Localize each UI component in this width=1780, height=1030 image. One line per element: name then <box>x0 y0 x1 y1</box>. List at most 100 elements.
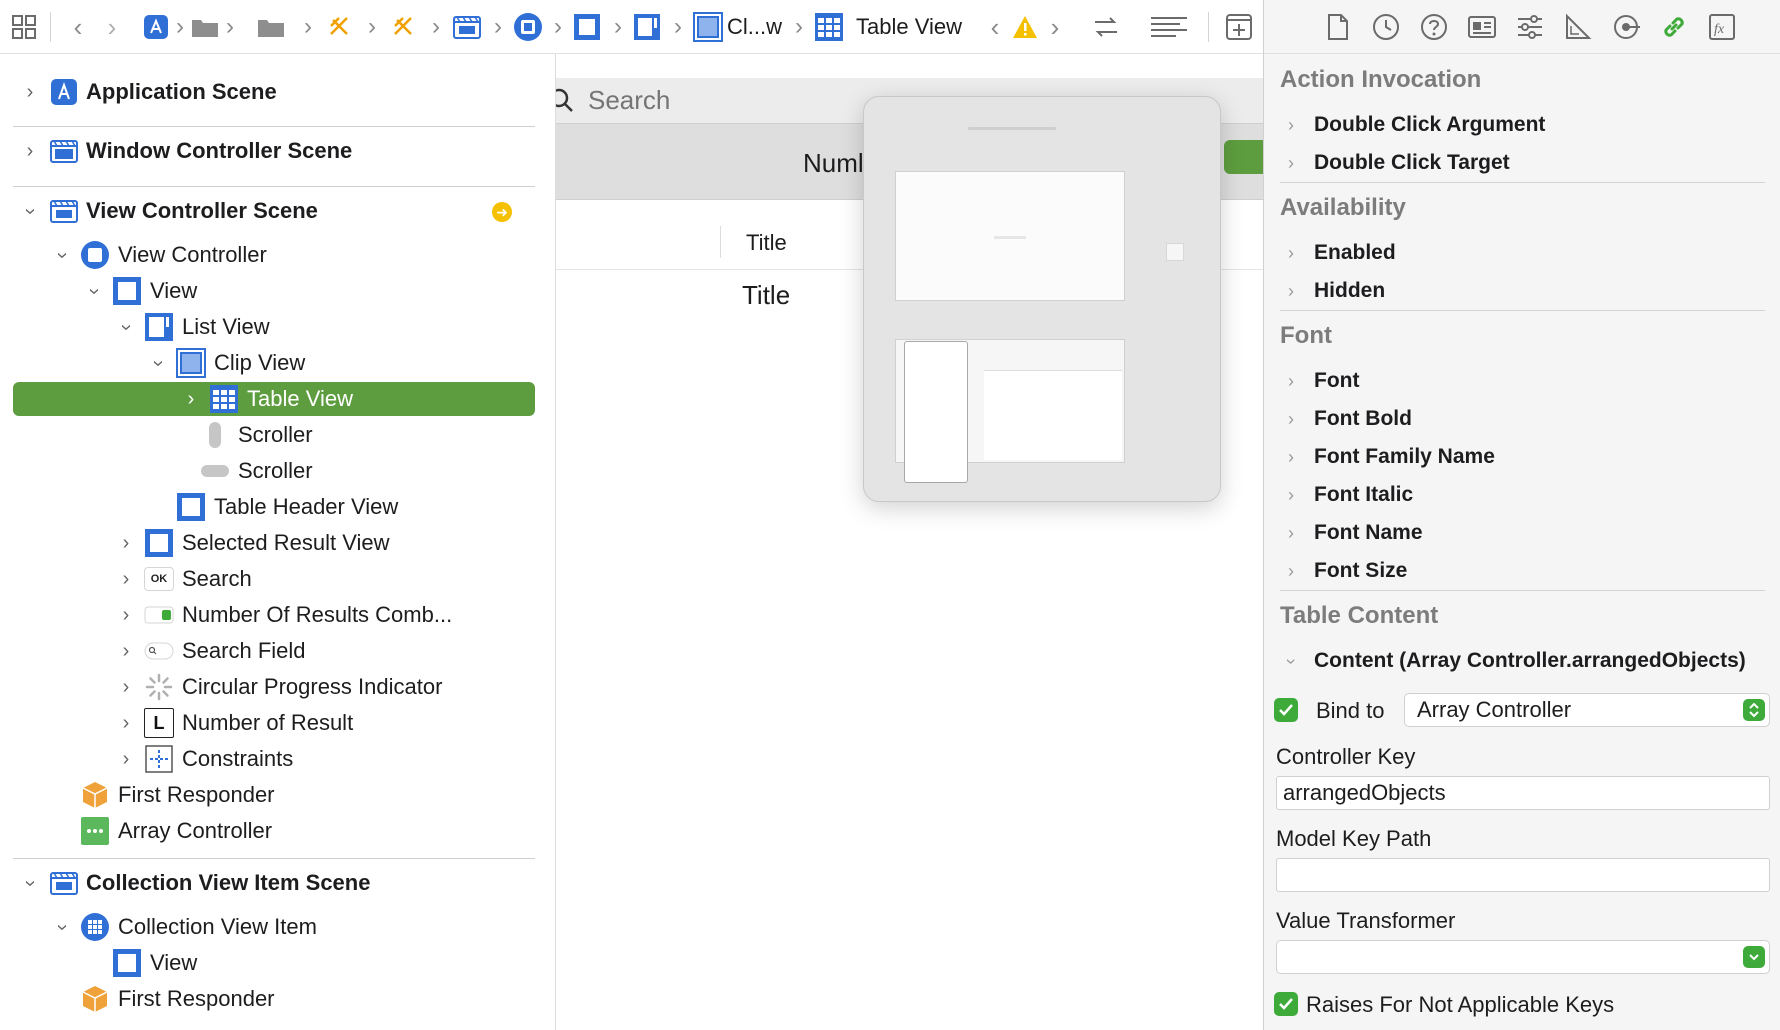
value-transformer-combo[interactable] <box>1276 940 1770 974</box>
search-input[interactable] <box>588 85 888 116</box>
view-icon[interactable] <box>573 13 601 41</box>
outline-row-view-controller[interactable]: › View Controller <box>51 238 555 272</box>
scene-warning-icon[interactable]: ➜ <box>492 202 512 222</box>
binding-enabled[interactable]: › Enabled <box>1284 236 1396 270</box>
disclosure-down-icon[interactable]: › <box>83 281 106 301</box>
binding-double-click-argument[interactable]: › Double Click Argument <box>1284 108 1545 142</box>
next-issue-icon[interactable]: › <box>1044 14 1066 40</box>
disclosure-down-icon[interactable]: › <box>19 873 42 893</box>
outline-row-search-field[interactable]: › Search Field <box>116 634 555 668</box>
size-inspector-icon[interactable] <box>1562 11 1594 43</box>
folder-icon[interactable] <box>191 16 219 38</box>
disclosure-right-icon[interactable]: › <box>1284 447 1298 468</box>
outline-row-table-header-view[interactable]: Table Header View <box>148 490 555 524</box>
outline-row-number-of-result-label[interactable]: › L Number of Result <box>116 706 555 740</box>
outline-row-constraints[interactable]: › Constraints <box>116 742 555 776</box>
disclosure-right-icon[interactable]: › <box>116 568 136 591</box>
related-items-icon[interactable] <box>8 11 40 43</box>
effects-inspector-icon[interactable]: fx <box>1706 11 1738 43</box>
binding-font-bold[interactable]: › Font Bold <box>1284 402 1412 436</box>
connections-inspector-icon[interactable] <box>1610 11 1642 43</box>
breadcrumb-clip-view[interactable]: Cl...w <box>727 14 782 40</box>
disclosure-down-icon[interactable]: › <box>1281 654 1302 668</box>
binding-font-italic[interactable]: › Font Italic <box>1284 478 1413 512</box>
outline-row-scroller-vertical[interactable]: Scroller <box>180 418 555 452</box>
outline-row-view-controller-scene[interactable]: › View Controller Scene <box>19 194 555 228</box>
binding-font-size[interactable]: › Font Size <box>1284 554 1407 588</box>
outline-row-application-scene[interactable]: › Application Scene <box>20 75 555 109</box>
outline-row-collection-view-item[interactable]: › Collection View Item <box>51 910 555 944</box>
folder-icon[interactable] <box>257 16 285 38</box>
outline-row-number-of-results-combo[interactable]: › Number Of Results Comb... <box>116 598 555 632</box>
disclosure-down-icon[interactable]: › <box>51 917 74 937</box>
binding-font-name[interactable]: › Font Name <box>1284 516 1423 550</box>
disclosure-right-icon[interactable]: › <box>1284 523 1298 544</box>
previous-issue-icon[interactable]: ‹ <box>984 14 1006 40</box>
table-view-icon[interactable] <box>814 12 844 42</box>
disclosure-down-icon[interactable]: › <box>19 201 42 221</box>
view-controller-icon[interactable] <box>513 12 543 42</box>
identity-inspector-icon[interactable] <box>1466 11 1498 43</box>
table-cell-title[interactable]: Title <box>742 280 790 311</box>
disclosure-right-icon[interactable]: › <box>20 81 40 104</box>
disclosure-right-icon[interactable]: › <box>1284 371 1298 392</box>
raises-for-not-applicable-keys-checkbox[interactable] <box>1274 992 1298 1016</box>
outline-row-clip-view[interactable]: › Clip View <box>147 346 555 380</box>
outline-row-table-view[interactable]: › Table View <box>13 382 535 416</box>
outline-row-selected-result-view[interactable]: › Selected Result View <box>116 526 555 560</box>
disclosure-right-icon[interactable]: › <box>1284 115 1298 136</box>
model-key-path-field[interactable] <box>1276 858 1770 892</box>
disclosure-right-icon[interactable]: › <box>116 640 136 663</box>
outline-row-circular-progress[interactable]: › Circular Progress Indicator <box>116 670 555 704</box>
back-icon[interactable]: ‹ <box>61 14 95 40</box>
breadcrumb-table-view[interactable]: Table View <box>856 14 962 40</box>
swap-arrows-icon[interactable] <box>1092 15 1120 39</box>
disclosure-right-icon[interactable]: › <box>116 676 136 699</box>
disclosure-down-icon[interactable]: › <box>115 317 138 337</box>
warning-icon[interactable] <box>1012 15 1038 39</box>
bindings-inspector-icon[interactable] <box>1658 11 1690 43</box>
scroll-view-icon[interactable] <box>633 13 661 41</box>
binding-font-family-name[interactable]: › Font Family Name <box>1284 440 1495 474</box>
disclosure-right-icon[interactable]: › <box>181 388 201 411</box>
file-inspector-icon[interactable] <box>1322 11 1354 43</box>
disclosure-right-icon[interactable]: › <box>116 604 136 627</box>
outline-row-collection-view-item-scene[interactable]: › Collection View Item Scene <box>19 866 555 900</box>
binding-hidden[interactable]: › Hidden <box>1284 274 1385 308</box>
editor-options-icon[interactable] <box>1150 15 1188 39</box>
binding-font[interactable]: › Font <box>1284 364 1359 398</box>
disclosure-right-icon[interactable]: › <box>20 140 40 163</box>
disclosure-down-icon[interactable]: › <box>147 353 170 373</box>
forward-icon[interactable]: › <box>95 14 129 40</box>
outline-row-view[interactable]: › View <box>83 274 555 308</box>
disclosure-right-icon[interactable]: › <box>1284 485 1298 506</box>
outline-row-window-controller-scene[interactable]: › Window Controller Scene <box>20 134 555 168</box>
attributes-inspector-icon[interactable] <box>1514 11 1546 43</box>
outline-row-array-controller[interactable]: Array Controller <box>52 814 555 848</box>
disclosure-right-icon[interactable]: › <box>1284 243 1298 264</box>
outline-row-scroller-horizontal[interactable]: Scroller <box>180 454 555 488</box>
disclosure-right-icon[interactable]: › <box>1284 153 1298 174</box>
app-project-icon[interactable] <box>143 14 169 40</box>
swift-file-icon[interactable] <box>391 14 417 40</box>
outline-row-view-2[interactable]: View <box>84 946 555 980</box>
controller-key-field[interactable] <box>1276 776 1770 810</box>
disclosure-down-icon[interactable]: › <box>51 245 74 265</box>
disclosure-right-icon[interactable]: › <box>1284 409 1298 430</box>
swift-file-icon[interactable] <box>327 14 353 40</box>
disclosure-right-icon[interactable]: › <box>116 532 136 555</box>
bind-to-popup[interactable]: Array Controller <box>1404 693 1770 727</box>
scene-icon[interactable] <box>453 14 481 40</box>
bind-to-checkbox[interactable] <box>1274 698 1298 722</box>
help-inspector-icon[interactable] <box>1418 11 1450 43</box>
disclosure-right-icon[interactable]: › <box>1284 561 1298 582</box>
column-header-title[interactable]: Title <box>746 230 787 256</box>
disclosure-right-icon[interactable]: › <box>116 712 136 735</box>
outline-row-first-responder[interactable]: First Responder <box>52 778 555 812</box>
clip-view-icon[interactable] <box>693 11 723 42</box>
add-editor-icon[interactable] <box>1225 13 1253 41</box>
outline-row-first-responder-2[interactable]: First Responder <box>52 982 555 1016</box>
binding-double-click-target[interactable]: › Double Click Target <box>1284 146 1510 180</box>
disclosure-right-icon[interactable]: › <box>116 748 136 771</box>
binding-content[interactable]: › Content (Array Controller.arrangedObje… <box>1281 644 1746 678</box>
